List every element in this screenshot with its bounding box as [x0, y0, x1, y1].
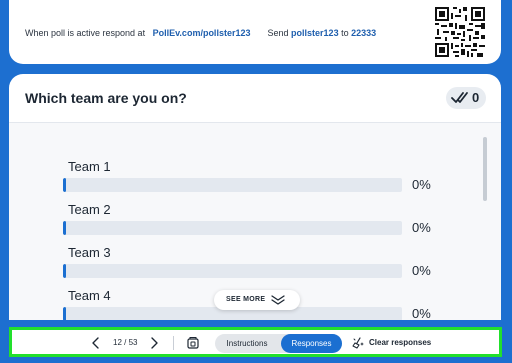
option-label: Team 1 [68, 159, 111, 174]
respond-prefix: When poll is active respond at [25, 28, 146, 38]
results-scrollbar[interactable] [483, 137, 487, 201]
slide-counter: 12 / 53 [113, 338, 138, 347]
option-label: Team 2 [68, 202, 111, 217]
clear-responses-button[interactable]: Clear responses [352, 336, 442, 350]
chevron-left-icon[interactable] [91, 336, 101, 350]
sms-number: 22333 [351, 28, 377, 38]
chevron-right-icon[interactable] [149, 336, 159, 350]
option-label: Team 3 [68, 245, 111, 260]
option-bar-fill [63, 264, 66, 278]
see-more-label: SEE MORE [226, 296, 266, 303]
poll-url-link[interactable]: PollEv.com/pollster123 [153, 28, 251, 38]
option-bar-track [63, 178, 402, 192]
option-percent: 0% [412, 177, 431, 192]
toolbar-divider [173, 336, 174, 350]
poll-title: Which team are you on? [25, 90, 187, 106]
option-percent: 0% [412, 306, 431, 320]
lock-screen-icon[interactable] [186, 336, 200, 350]
send-text: Send [267, 28, 289, 38]
responses-tab[interactable]: Responses [281, 334, 342, 353]
check-marks-icon [451, 92, 468, 103]
instructions-tab[interactable]: Instructions [215, 334, 279, 353]
respond-instructions-card: When poll is active respond at PollEv.co… [9, 0, 501, 64]
double-chevron-down-icon [271, 295, 285, 305]
option-row: Team 3 0% [62, 245, 462, 285]
presenter-toolbar: 12 / 53 Instructions Responses Clear res… [9, 327, 502, 357]
broom-icon [352, 337, 364, 349]
qr-code-icon [435, 7, 485, 57]
to-text: to [341, 28, 349, 38]
poll-header: Which team are you on? 0 [9, 74, 501, 123]
option-row: Team 2 0% [62, 202, 462, 242]
option-bar-fill [63, 307, 66, 320]
option-bar-track [63, 221, 402, 235]
respond-instructions: When poll is active respond at PollEv.co… [25, 28, 376, 38]
option-percent: 0% [412, 220, 431, 235]
option-bar-fill [63, 221, 66, 235]
response-count: 0 [472, 90, 480, 105]
poll-card: Which team are you on? 0 Team 1 0% Team … [9, 74, 501, 320]
clear-responses-label: Clear responses [369, 338, 432, 347]
sms-keyword: pollster123 [291, 28, 339, 38]
option-label: Team 4 [68, 288, 111, 303]
view-toggle: Instructions Responses [215, 334, 342, 353]
option-row: Team 1 0% [62, 159, 462, 199]
option-bar-fill [63, 178, 66, 192]
option-percent: 0% [412, 263, 431, 278]
see-more-button[interactable]: SEE MORE [214, 290, 300, 310]
response-count-badge[interactable]: 0 [446, 87, 486, 109]
option-bar-track [63, 264, 402, 278]
